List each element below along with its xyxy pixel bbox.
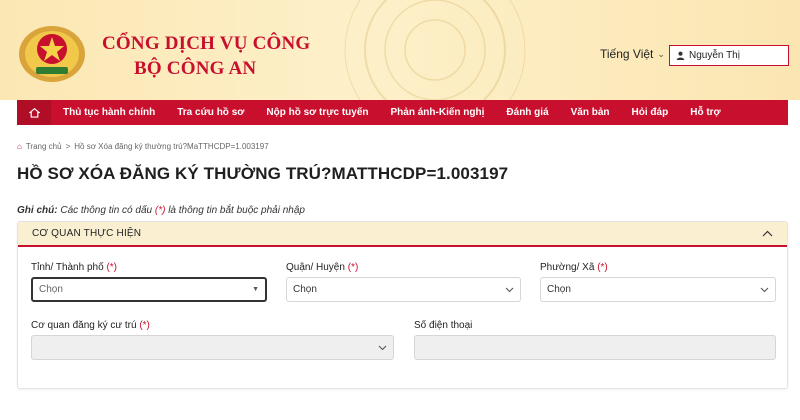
- user-name: Nguyễn Thị: [689, 50, 740, 61]
- nav-item-danh-gia[interactable]: Đánh giá: [495, 107, 559, 118]
- ward-label-text: Phường/ Xã: [540, 262, 595, 273]
- agency-section-card: CƠ QUAN THỰC HIỆN Tỉnh/ Thành phố (*) Ch…: [17, 221, 788, 389]
- breadcrumb-current: Hồ sơ Xóa đăng ký thường trú?MaTTHCDP=1.…: [74, 142, 269, 151]
- language-selector[interactable]: Tiếng Việt ⌄: [600, 47, 665, 61]
- note-label: Ghi chú:: [17, 205, 58, 216]
- ward-select[interactable]: Chọn: [540, 277, 776, 302]
- province-select[interactable]: Chọn ▼: [31, 277, 267, 302]
- district-label-text: Quận/ Huyện: [286, 262, 345, 273]
- province-label: Tỉnh/ Thành phố (*): [31, 262, 117, 273]
- user-account-button[interactable]: Nguyễn Thị: [669, 45, 789, 66]
- nav-item-hoi-dap[interactable]: Hỏi đáp: [621, 107, 680, 118]
- chevron-down-icon: [760, 287, 769, 292]
- drum-pattern-decoration: [344, 0, 526, 100]
- home-icon: ⌂: [17, 142, 22, 151]
- nav-item-ho-tro[interactable]: Hỗ trợ: [679, 107, 731, 118]
- district-select[interactable]: Chọn: [286, 277, 521, 302]
- nav-item-van-ban[interactable]: Văn bản: [560, 107, 621, 118]
- agency-label: Cơ quan đăng ký cư trú (*): [31, 320, 150, 331]
- ward-required-mark: (*): [597, 262, 608, 273]
- chevron-down-icon: [505, 287, 514, 292]
- agency-select[interactable]: [31, 335, 394, 360]
- page-title: HỒ SƠ XÓA ĐĂNG KÝ THƯỜNG TRÚ?MATTHCDP=1.…: [17, 164, 509, 183]
- nav-item-tra-cuu[interactable]: Tra cứu hồ sơ: [166, 107, 255, 118]
- ward-select-value: Chọn: [547, 284, 571, 295]
- province-required-mark: (*): [106, 262, 117, 273]
- user-icon: [676, 51, 685, 60]
- nav-item-thu-tuc[interactable]: Thủ tục hành chính: [51, 107, 166, 118]
- portal-title-line2: BỘ CÔNG AN: [134, 58, 257, 79]
- chevron-up-icon[interactable]: [762, 230, 773, 237]
- district-select-value: Chọn: [293, 284, 317, 295]
- note-text-end: là thông tin bắt buộc phải nhập: [168, 205, 305, 216]
- district-required-mark: (*): [347, 262, 359, 273]
- home-nav-button[interactable]: [17, 100, 51, 125]
- province-label-text: Tỉnh/ Thành phố: [31, 262, 104, 273]
- home-icon: [28, 107, 40, 118]
- province-select-value: Chọn: [39, 284, 63, 295]
- breadcrumb-separator-icon: >: [65, 142, 71, 151]
- agency-required-mark: (*): [139, 320, 150, 331]
- language-label: Tiếng Việt: [600, 47, 654, 61]
- district-label: Quận/ Huyện (*): [286, 262, 358, 273]
- phone-input[interactable]: [414, 335, 776, 360]
- note-text-start: Các thông tin có dấu: [60, 205, 153, 216]
- caret-down-icon: ▼: [252, 286, 259, 293]
- portal-title-line1: CỔNG DỊCH VỤ CÔNG: [102, 33, 311, 54]
- phone-label-text: Số điện thoại: [414, 320, 473, 331]
- required-mark: (*): [154, 205, 166, 216]
- site-header: CỔNG DỊCH VỤ CÔNG BỘ CÔNG AN Tiếng Việt …: [0, 0, 800, 100]
- agency-label-text: Cơ quan đăng ký cư trú: [31, 320, 137, 331]
- chevron-down-icon: [378, 345, 387, 350]
- breadcrumb-home-link[interactable]: Trang chủ: [26, 142, 62, 151]
- nav-item-phan-anh[interactable]: Phản ánh-Kiến nghị: [380, 107, 496, 118]
- phone-label: Số điện thoại: [414, 320, 472, 331]
- main-navigation: Thủ tục hành chính Tra cứu hồ sơ Nộp hồ …: [17, 100, 788, 125]
- ward-label: Phường/ Xã (*): [540, 262, 608, 273]
- required-note: Ghi chú: Các thông tin có dấu (*) là thô…: [17, 205, 305, 216]
- section-title: CƠ QUAN THỰC HIỆN: [32, 228, 142, 239]
- chevron-down-icon: ⌄: [657, 48, 665, 59]
- breadcrumb: ⌂ Trang chủ > Hồ sơ Xóa đăng ký thường t…: [17, 142, 269, 151]
- section-header[interactable]: CƠ QUAN THỰC HIỆN: [18, 222, 787, 247]
- nav-item-nop-ho-so[interactable]: Nộp hồ sơ trực tuyến: [255, 107, 379, 118]
- police-emblem-logo: [19, 26, 85, 82]
